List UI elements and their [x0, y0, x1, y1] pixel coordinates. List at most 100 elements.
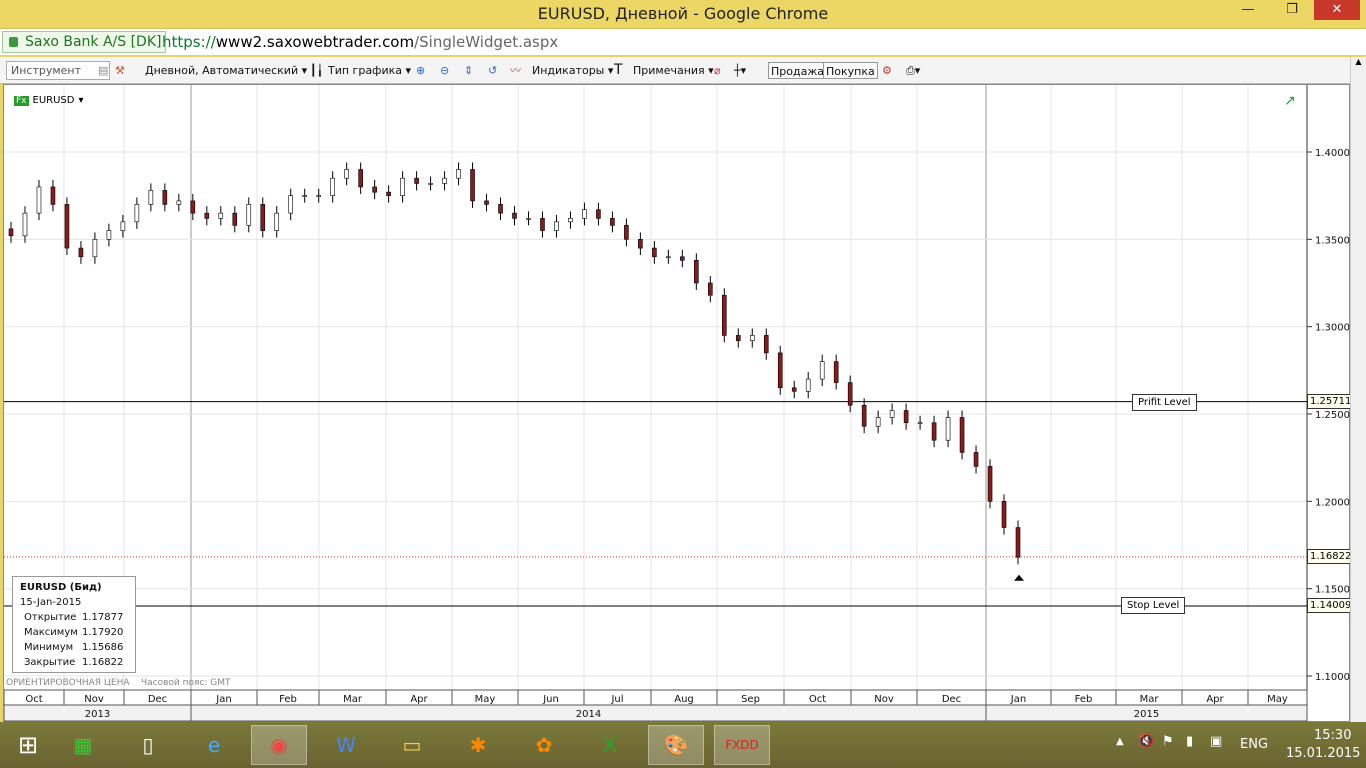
y-tick-label: 1.40000	[1315, 148, 1351, 159]
candle-body	[596, 209, 601, 219]
crosshair-icon[interactable]: ┼▾	[734, 62, 746, 79]
candle-body	[162, 190, 168, 205]
candle-body	[931, 422, 937, 441]
footer-note: ОРИЕНТИРОВОЧНАЯ ЦЕНА Часовой пояс: GMT	[6, 678, 231, 688]
instrument-list-icon[interactable]: ▤	[98, 62, 108, 79]
print-icon[interactable]: ⎙▾	[906, 62, 920, 79]
candle-body	[512, 212, 517, 219]
current-price-tag: 1.16822	[1307, 549, 1355, 564]
y-tick-label: 1.25000	[1315, 410, 1351, 421]
url-scheme: https://	[162, 33, 216, 51]
fit-icon[interactable]: ⇕	[464, 62, 473, 79]
instrument-input[interactable]: Инструмент	[6, 61, 110, 80]
candle-body	[470, 169, 475, 202]
word-icon[interactable]: W	[318, 725, 374, 765]
network-icon[interactable]: ▣	[1210, 734, 1222, 749]
profit-level-label[interactable]: Prifit Level	[1132, 394, 1197, 411]
chart-type-dropdown[interactable]: Тип графика ▾	[328, 62, 411, 79]
candle-body	[805, 378, 811, 392]
paint-icon[interactable]: 🎨	[648, 725, 704, 765]
candle-body	[246, 204, 252, 226]
chrome-icon[interactable]: ◉	[251, 725, 307, 765]
period-label: Дневной, Автоматический	[145, 64, 299, 77]
candle-body	[78, 247, 84, 258]
info-value: 1.17877	[82, 612, 124, 623]
info-label: Открытие	[24, 612, 77, 623]
tray-expand-icon[interactable]: ▲	[1116, 736, 1124, 747]
month-label: Oct	[809, 694, 826, 705]
y-tick-label: 1.30000	[1315, 323, 1351, 334]
fxdd-icon[interactable]: FXDD	[714, 725, 770, 765]
start-icon[interactable]: ⊞	[0, 725, 56, 765]
buy-button[interactable]: Покупка	[823, 62, 878, 79]
info-title: EURUSD (Бид)	[20, 582, 102, 593]
candle-body	[428, 183, 433, 185]
candle-body	[22, 212, 28, 237]
candle-body	[120, 221, 126, 231]
candle-body	[875, 417, 881, 427]
ie-icon[interactable]: e	[186, 725, 242, 765]
candle-body	[708, 282, 713, 296]
candle-body	[260, 204, 266, 231]
notes-dropdown[interactable]: Примечания ▾	[633, 62, 714, 79]
chart-area[interactable]: 1.10000 1.15000 1.20000 1.25000 1.30000 1.350…	[3, 84, 1355, 722]
address-bar[interactable]: Saxo Bank A/S [DK] https://www2.saxowebt…	[0, 28, 1366, 56]
photo-icon[interactable]: ✿	[516, 725, 572, 765]
candle-body	[386, 191, 391, 196]
candle-body	[288, 195, 294, 214]
reset-icon[interactable]: ↺	[488, 62, 497, 79]
candle-body	[973, 452, 979, 467]
drawing-tool-icon[interactable]: ⚒	[115, 62, 125, 79]
sell-button[interactable]: Продажа	[768, 62, 827, 79]
volume-muted-icon[interactable]: 🔇	[1138, 734, 1154, 749]
clock-time[interactable]: 15:30	[1314, 728, 1351, 743]
info-label: Закрытие	[24, 657, 76, 668]
maximize-button[interactable]: ❐	[1278, 0, 1306, 20]
candle-body	[176, 200, 182, 205]
clock-date[interactable]: 15.01.2015	[1286, 746, 1360, 761]
candle-body	[218, 212, 224, 219]
trend-icon[interactable]: ↗	[1284, 93, 1296, 109]
url-text[interactable]: https://www2.saxowebtrader.com/SingleWid…	[162, 32, 558, 52]
period-dropdown[interactable]: Дневной, Автоматический ▾	[145, 62, 307, 79]
close-button[interactable]: ✕	[1314, 0, 1360, 20]
zoom-out-icon[interactable]: ⊖	[440, 62, 449, 79]
indicators-icon: 〰	[510, 64, 521, 77]
candle-body	[372, 186, 377, 193]
info-value: 1.15686	[82, 642, 124, 653]
flag-icon[interactable]: ⚑	[1162, 734, 1174, 749]
year-axis	[4, 704, 1308, 722]
secure-site-badge[interactable]: Saxo Bank A/S [DK]	[2, 31, 167, 53]
eraser-icon[interactable]: ⌀	[714, 62, 721, 79]
excel-icon[interactable]: X	[582, 725, 638, 765]
explorer-icon[interactable]: ▭	[384, 725, 440, 765]
stop-price-tag: 1.14009	[1307, 598, 1355, 613]
notes-label: Примечания	[633, 64, 705, 77]
candle-body	[763, 335, 769, 354]
battery-icon[interactable]: ▮	[1186, 734, 1193, 749]
month-label: Nov	[84, 694, 104, 705]
candle-body	[302, 195, 308, 197]
candle-body	[232, 212, 238, 226]
zoom-in-icon[interactable]: ⊕	[416, 62, 425, 79]
file-icon[interactable]: ▯	[120, 725, 176, 765]
month-label: Feb	[1075, 694, 1093, 705]
month-label: Oct	[25, 694, 42, 705]
stop-level-label[interactable]: Stop Level	[1121, 597, 1186, 614]
app-icon[interactable]: ✱	[450, 725, 506, 765]
candle-body	[987, 466, 993, 502]
y-tick-label: 1.15000	[1315, 585, 1351, 596]
candle-body	[540, 218, 545, 231]
language-indicator[interactable]: ENG	[1240, 737, 1268, 752]
scrollbar[interactable]: ▲	[1350, 57, 1366, 722]
minimize-button[interactable]: —	[1234, 0, 1262, 20]
settings-chart-icon[interactable]: ⚙	[882, 62, 892, 79]
info-row: Закрытие 1.16822	[20, 655, 135, 670]
info-row: Минимум 1.15686	[20, 640, 135, 655]
candle-body	[694, 259, 699, 284]
calculator-icon[interactable]: ▦	[55, 725, 111, 765]
symbol-selector[interactable]: Fx EURUSD ▾	[14, 95, 84, 106]
month-label: Dec	[148, 694, 167, 705]
indicators-dropdown[interactable]: Индикаторы ▾	[532, 62, 613, 79]
month-label: Aug	[674, 694, 694, 705]
